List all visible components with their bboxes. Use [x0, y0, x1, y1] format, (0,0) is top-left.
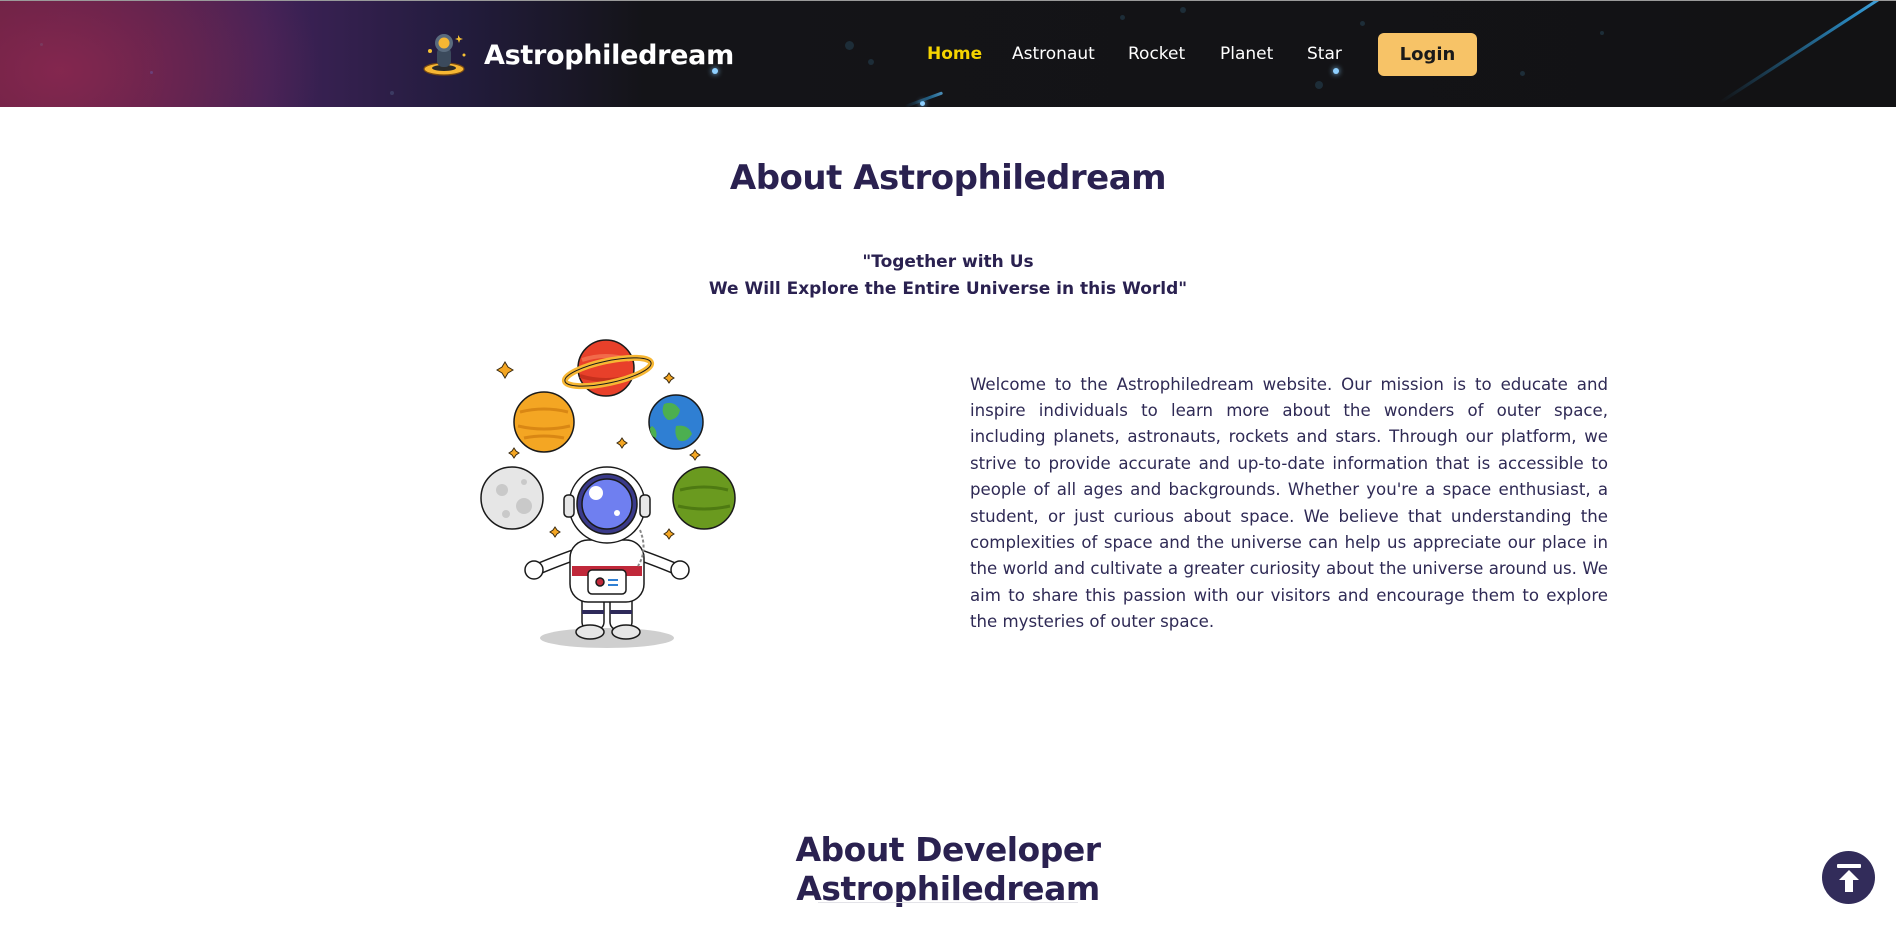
nav-astronaut[interactable]: Astronaut	[1012, 44, 1095, 64]
ringed-planet	[561, 339, 655, 397]
orange-planet	[513, 391, 575, 453]
earth-planet	[648, 394, 704, 450]
title-divider	[818, 902, 1078, 903]
scroll-to-top-button[interactable]	[1822, 851, 1875, 904]
developer-title: About Developer Astrophiledream	[0, 830, 1896, 908]
quote-line-1: "Together with Us	[862, 252, 1034, 272]
star-dot	[1120, 15, 1125, 20]
star-dot	[1360, 21, 1365, 26]
about-title: About Astrophiledream	[729, 158, 1167, 198]
star-dot	[1600, 31, 1604, 35]
arrow-up-to-top-icon	[1836, 863, 1861, 892]
moon	[480, 466, 544, 530]
star-dot	[40, 43, 43, 46]
nav-planet[interactable]: Planet	[1220, 44, 1273, 64]
astronaut-logo-icon	[423, 34, 466, 76]
nav-rocket[interactable]: Rocket	[1128, 44, 1185, 64]
shooting-star	[1719, 1, 1896, 104]
star-dot	[868, 59, 874, 65]
star-dot	[1520, 71, 1525, 76]
shadow	[540, 628, 674, 648]
site-header: Astrophiledream Home Astronaut Rocket Pl…	[0, 0, 1896, 107]
astronaut	[524, 466, 690, 640]
star-dot	[1180, 7, 1186, 13]
green-planet	[672, 466, 736, 530]
about-quote: "Together with Us We Will Explore the En…	[0, 249, 1896, 303]
nav-star[interactable]: Star	[1307, 44, 1342, 64]
star-dot	[1315, 81, 1323, 89]
star-dot	[1333, 68, 1339, 74]
brand[interactable]: Astrophiledream	[422, 29, 734, 81]
star-dot	[845, 41, 854, 50]
brand-name: Astrophiledream	[484, 39, 734, 71]
quote-line-2: We Will Explore the Entire Universe in t…	[708, 279, 1188, 299]
developer-title-line-1: About Developer	[795, 830, 1101, 870]
nav-home[interactable]: Home	[927, 44, 982, 64]
login-button[interactable]: Login	[1378, 33, 1477, 76]
astronaut-juggling-planets-illustration	[480, 339, 736, 648]
star-dot	[390, 91, 394, 95]
about-description: Welcome to the Astrophiledream website. …	[970, 374, 1608, 632]
star-dot	[150, 71, 153, 74]
